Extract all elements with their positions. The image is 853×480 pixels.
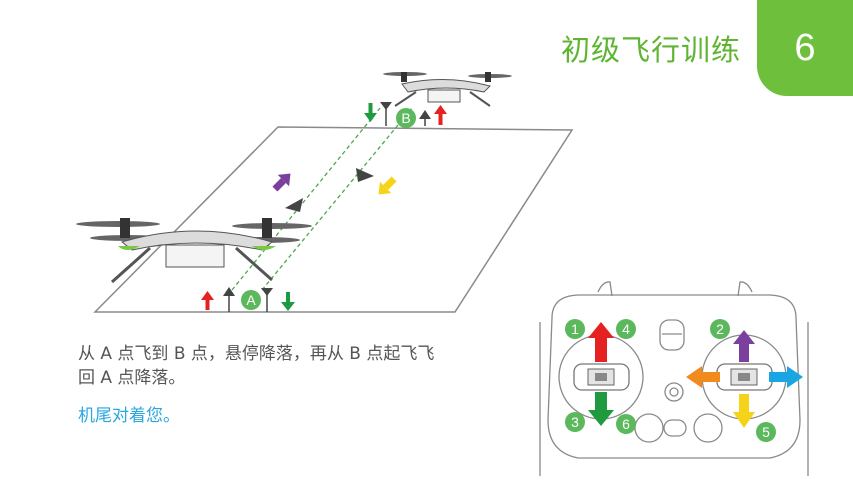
drone-at-b-icon (383, 72, 512, 107)
point-b-marker: B (396, 108, 416, 128)
instruction-line-2: 回 A 点降落。 (78, 368, 186, 388)
stick-label-6: 6 (616, 414, 636, 434)
ground-plane (93, 126, 574, 313)
altitude-marker-b-up-icon (419, 110, 431, 126)
svg-text:2: 2 (716, 321, 724, 337)
takeoff-arrow-b-icon (434, 105, 447, 125)
stick-label-5: 5 (756, 422, 776, 442)
stick-label-2: 2 (710, 319, 730, 339)
instruction-text: 从 A 点飞到 B 点，悬停降落，再从 B 点起飞飞 回 A 点降落。 (78, 342, 548, 390)
stick-label-4: 4 (616, 319, 636, 339)
svg-text:A: A (246, 292, 256, 308)
svg-text:4: 4 (622, 321, 630, 337)
stick-label-1: 1 (565, 319, 585, 339)
svg-text:6: 6 (622, 416, 630, 432)
svg-text:5: 5 (762, 424, 770, 440)
point-a-marker: A (241, 290, 261, 310)
svg-text:1: 1 (571, 321, 579, 337)
instruction-line-1: 从 A 点飞到 B 点，悬停降落，再从 B 点起飞飞 (78, 344, 435, 364)
svg-text:B: B (401, 110, 410, 126)
svg-text:3: 3 (571, 414, 579, 430)
remote-controller-icon (539, 281, 809, 476)
landing-arrow-b-icon (364, 103, 377, 122)
stick-label-3: 3 (565, 412, 585, 432)
orientation-tip: 机尾对着您。 (78, 406, 180, 426)
altitude-marker-b-down-icon (380, 102, 392, 126)
